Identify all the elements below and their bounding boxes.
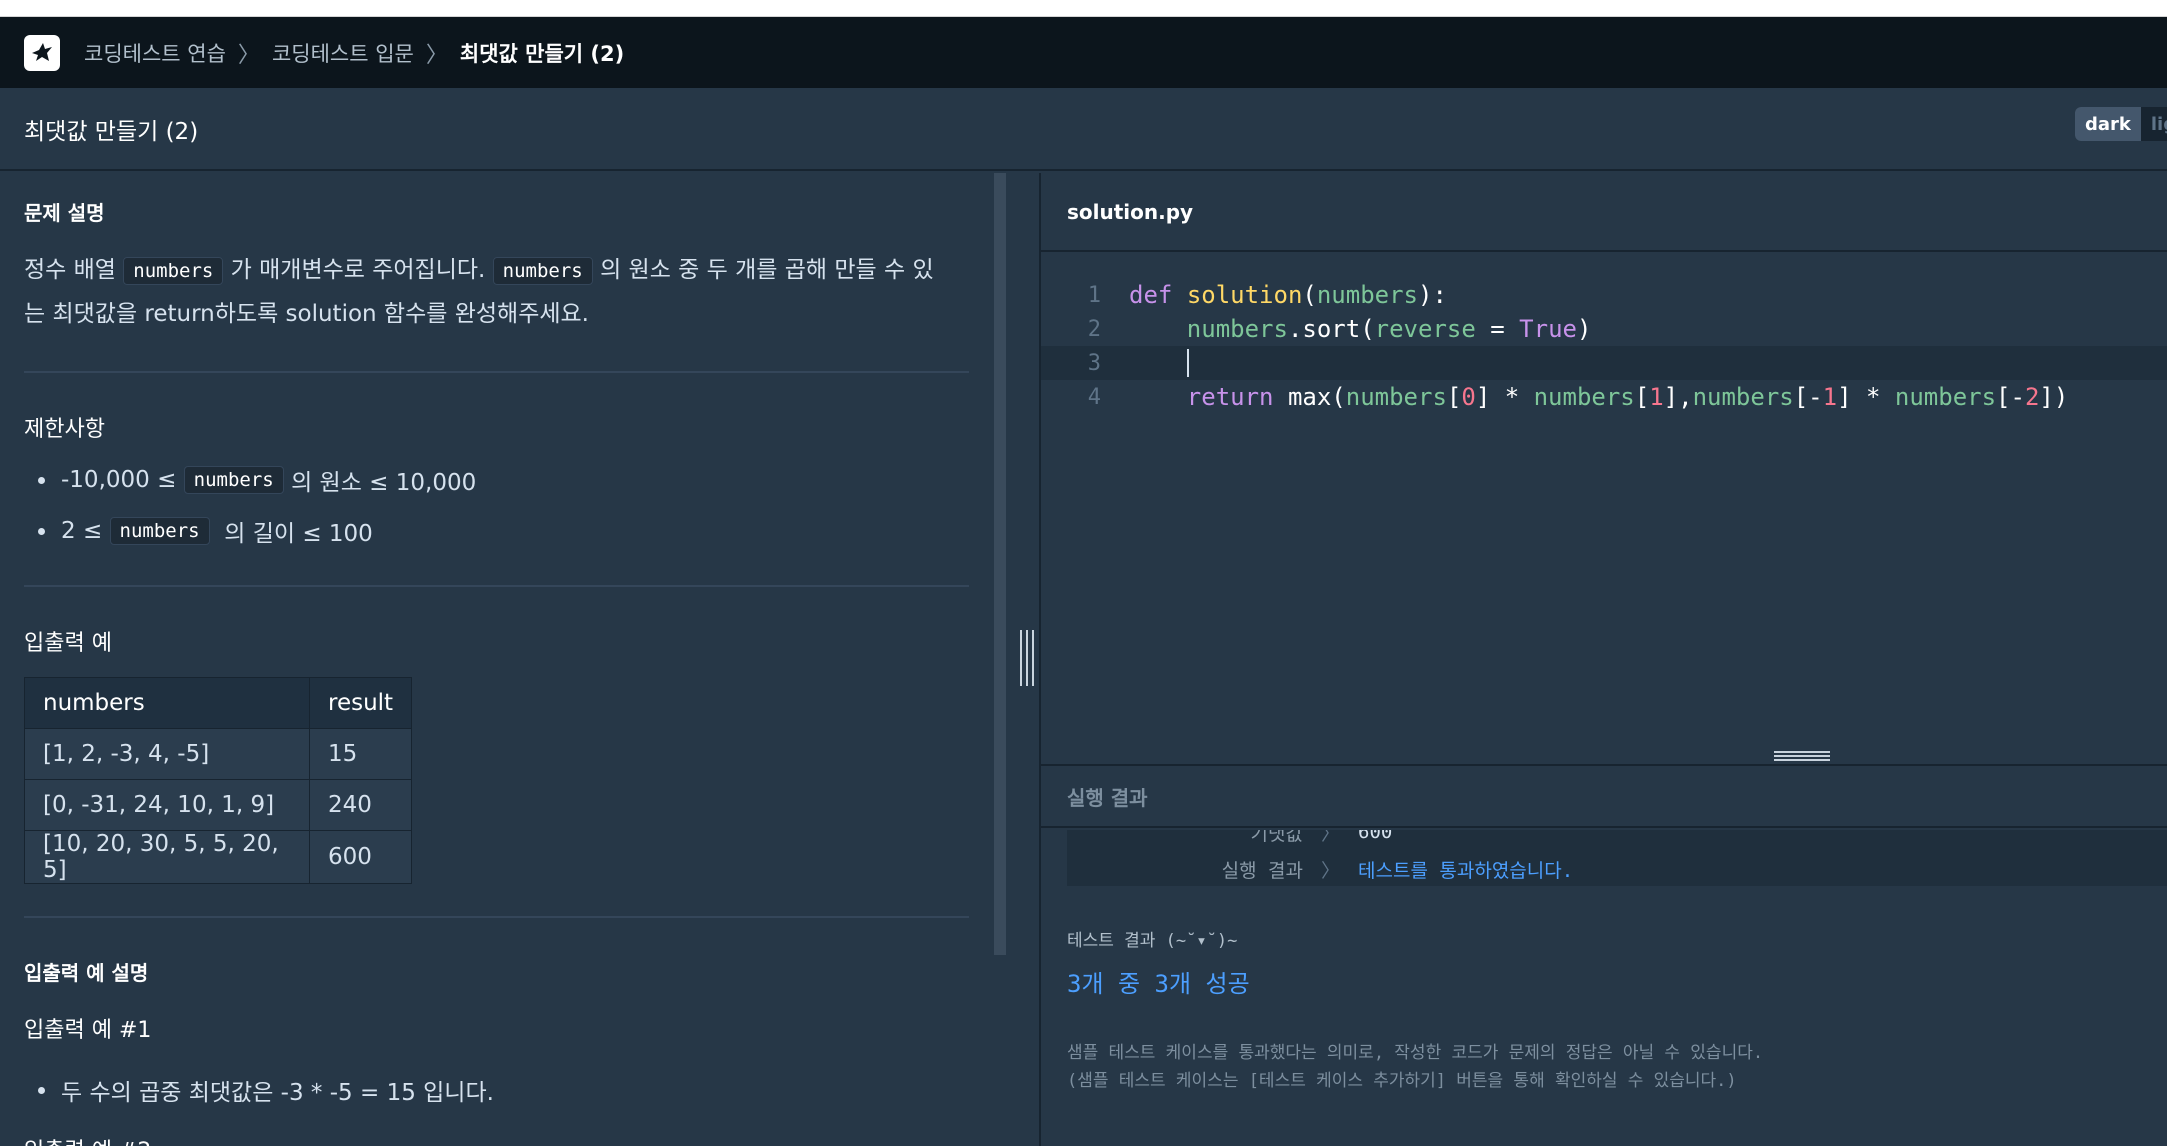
- theme-dark-button[interactable]: dark: [2075, 107, 2141, 141]
- constraint-text: 의 길이 ≤ 100: [224, 521, 373, 547]
- line-number: 4: [1087, 384, 1101, 410]
- example-1-item: 두 수의 곱중 최댓값은 -3 * -5 = 15 입니다.: [0, 1073, 494, 1107]
- line-number: 2: [1087, 316, 1101, 342]
- result-title: 실행 결과: [1067, 785, 1148, 810]
- table-cell: 240: [308, 779, 413, 831]
- table-cell: [10, 20, 30, 5, 5, 20, 5]: [24, 830, 310, 884]
- section-title-description: 문제 설명: [24, 201, 105, 225]
- table-header: numbers: [24, 677, 310, 729]
- code-text: def solution(numbers):: [1129, 281, 1447, 309]
- section-title-constraints: 제한사항: [24, 417, 105, 442]
- run-label: 실행 결과: [1221, 859, 1303, 882]
- table-cell: [1, 2, -3, 4, -5]: [24, 728, 310, 780]
- theme-toggle[interactable]: dark ligh: [2075, 107, 2167, 141]
- theme-light-button[interactable]: ligh: [2141, 107, 2167, 141]
- example-2-title: 입출력 예 #2: [24, 1133, 151, 1146]
- section-title-io-explain: 입출력 예 설명: [24, 961, 149, 985]
- line-number: 1: [1087, 282, 1101, 308]
- inline-code: numbers: [183, 466, 284, 494]
- file-header: solution.py: [1041, 173, 2167, 252]
- challenge-title-bar: 최댓값 만들기 (2) dark ligh: [0, 88, 2167, 171]
- expected-label: 기댓값: [1250, 830, 1303, 845]
- browser-strip: [0, 0, 2167, 17]
- table-row: [0, -31, 24, 10, 1, 9] 240: [24, 779, 413, 831]
- example-text: 두 수의 곱중 최댓값은 -3 * -5 = 15 입니다.: [61, 1080, 494, 1106]
- constraint-text: 2 ≤: [61, 518, 103, 544]
- result-run-line: 실행 결과 〉 테스트를 통과하였습니다.: [1067, 855, 1574, 883]
- code-text: return max(numbers[0] * numbers[1],numbe…: [1186, 383, 2069, 411]
- breadcrumb-separator-icon: 〉: [237, 42, 260, 68]
- code-editor[interactable]: 1 def solution(numbers): 2 numbers.sort(…: [1041, 254, 2167, 746]
- example-1-title: 입출력 예 #1: [24, 1018, 152, 1043]
- run-value: 테스트를 통과하였습니다.: [1358, 859, 1574, 882]
- inline-code: numbers: [123, 257, 224, 285]
- separator-icon: 〉: [1321, 859, 1341, 882]
- problem-description: 정수 배열 numbers 가 매개변수로 주어집니다. numbers 의 원…: [24, 249, 969, 336]
- resize-grip-icon[interactable]: [1774, 751, 1830, 761]
- test-summary: 3개 중 3개 성공: [1067, 970, 1250, 998]
- top-navigation: 코딩테스트 연습 〉 코딩테스트 입문 〉 최댓값 만들기 (2): [0, 17, 2167, 88]
- table-header-row: numbers result: [24, 677, 413, 729]
- breadcrumb-separator-icon: 〉: [425, 42, 448, 68]
- editor-panel: solution.py 1 def solution(numbers): 2 n…: [1041, 173, 2167, 746]
- table-cell: [0, -31, 24, 10, 1, 9]: [24, 779, 310, 831]
- programmers-logo-icon[interactable]: [24, 34, 60, 71]
- problem-panel: 문제 설명 정수 배열 numbers 가 매개변수로 주어집니다. numbe…: [0, 173, 994, 1146]
- constraint-item: 2 ≤ numbers 의 길이 ≤ 100: [0, 514, 373, 548]
- table-cell: 15: [308, 728, 413, 780]
- divider: [24, 371, 969, 373]
- desc-text: 는 최댓값을 return하도록 solution 함수를 완성해주세요.: [24, 301, 589, 327]
- inline-code: numbers: [109, 517, 210, 545]
- code-line[interactable]: 2 numbers.sort(reverse = True): [1041, 312, 2167, 346]
- test-note: 샘플 테스트 케이스를 통과했다는 의미로, 작성한 코드가 문제의 정답은 아…: [1067, 1043, 1764, 1063]
- problem-scrollbar[interactable]: [994, 173, 1006, 955]
- constraint-item: -10,000 ≤ numbers 의 원소 ≤ 10,000: [0, 463, 476, 497]
- constraint-text: 의 원소 ≤ 10,000: [291, 470, 477, 496]
- resize-grip-icon[interactable]: [1020, 630, 1034, 686]
- line-number: 3: [1087, 350, 1101, 376]
- page-title: 최댓값 만들기 (2): [24, 118, 199, 145]
- breadcrumb-item-current: 최댓값 만들기 (2): [459, 41, 625, 66]
- code-line[interactable]: 1 def solution(numbers):: [1041, 278, 2167, 312]
- bullet-icon: [38, 527, 45, 535]
- table-row: [10, 20, 30, 5, 5, 20, 5] 600: [24, 830, 413, 884]
- breadcrumb-item-practice[interactable]: 코딩테스트 연습: [84, 38, 226, 68]
- desc-text: 정수 배열: [24, 257, 116, 283]
- result-panel: 실행 결과 기댓값 〉 600 실행 결과 〉 테스트를 통과하였습니다. 테스트 결과…: [1041, 764, 2167, 1146]
- desc-text: 의 원소 중 두 개를 곱해 만들 수 있: [600, 257, 934, 283]
- table-cell: 600: [308, 830, 413, 884]
- expected-value: 600: [1358, 830, 1393, 843]
- result-header: 실행 결과: [1041, 766, 2167, 828]
- section-title-io: 입출력 예: [24, 631, 112, 656]
- file-name: solution.py: [1067, 199, 1194, 224]
- code-text: numbers.sort(reverse = True): [1186, 315, 1592, 343]
- divider: [24, 916, 969, 918]
- table-header: result: [308, 677, 413, 729]
- code-line-active[interactable]: 3: [1041, 346, 2167, 380]
- inline-code: numbers: [492, 257, 593, 285]
- separator-icon: 〉: [1321, 830, 1341, 845]
- constraint-text: -10,000 ≤: [61, 467, 177, 493]
- text-cursor: [1187, 349, 1189, 377]
- divider: [24, 585, 969, 587]
- result-expected-line: 기댓값 〉 600: [1067, 830, 1393, 846]
- bullet-icon: [38, 1086, 45, 1094]
- desc-text: 가 매개변수로 주어집니다.: [230, 257, 486, 283]
- breadcrumb-item-intro[interactable]: 코딩테스트 입문: [272, 38, 414, 68]
- bullet-icon: [38, 476, 45, 484]
- test-note: (샘플 테스트 케이스는 [테스트 케이스 추가하기] 버튼을 통해 확인하실 …: [1067, 1071, 1737, 1091]
- io-example-table: numbers result [1, 2, -3, 4, -5] 15 [0, …: [24, 677, 413, 884]
- table-row: [1, 2, -3, 4, -5] 15: [24, 728, 413, 780]
- test-result-label: 테스트 결과 (~˘▾˘)~: [1067, 931, 1238, 951]
- code-line[interactable]: 4 return max(numbers[0] * numbers[1],num…: [1041, 380, 2167, 414]
- result-output: 기댓값 〉 600 실행 결과 〉 테스트를 통과하였습니다.: [1067, 830, 2167, 886]
- horizontal-splitter[interactable]: [1041, 746, 2167, 764]
